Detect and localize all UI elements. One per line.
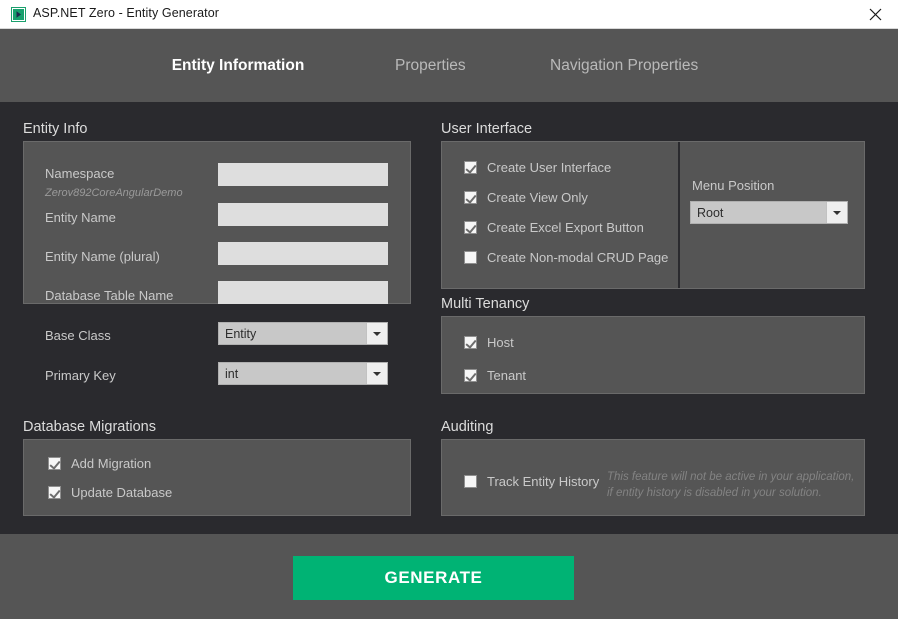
footer-bar: GENERATE <box>0 534 898 619</box>
entity-info-group: Namespace Zerov892CoreAngularDemo Entity… <box>23 141 411 385</box>
primary-key-select[interactable]: int <box>218 362 388 385</box>
checkbox-host[interactable]: Host <box>464 335 514 350</box>
tab-navigation-properties-label: Navigation Properties <box>550 56 699 74</box>
primary-key-value: int <box>225 366 239 381</box>
checkbox-create-non-modal-crud-page[interactable]: Create Non-modal CRUD Page <box>464 250 668 265</box>
checkbox-icon <box>464 251 477 264</box>
checkbox-create-view-only-label: Create View Only <box>487 190 588 205</box>
menu-position-select[interactable]: Root <box>690 201 848 224</box>
checkbox-icon <box>464 221 477 234</box>
entity-info-title: Entity Info <box>23 121 88 137</box>
checkbox-create-excel-export-button-label: Create Excel Export Button <box>487 220 644 235</box>
checkbox-add-migration-label: Add Migration <box>71 456 152 471</box>
auditing-hint: This feature will not be active in your … <box>607 471 855 499</box>
multi-tenancy-group: Host Tenant <box>441 316 865 394</box>
tab-properties-label: Properties <box>395 56 466 74</box>
checkbox-host-label: Host <box>487 335 514 350</box>
checkbox-tenant-label: Tenant <box>487 368 527 383</box>
checkbox-add-migration[interactable]: Add Migration <box>48 456 151 471</box>
database-table-name-input[interactable] <box>218 281 388 304</box>
user-interface-title: User Interface <box>441 121 533 137</box>
tab-entity-information-label: Entity Information <box>171 56 305 74</box>
database-migrations-group: Add Migration Update Database <box>23 439 411 516</box>
entity-name-input[interactable] <box>218 203 388 226</box>
tab-entity-information[interactable]: Entity Information <box>96 29 380 102</box>
close-button[interactable] <box>853 0 898 29</box>
menu-position-label: Menu Position <box>692 178 775 193</box>
checkbox-create-user-interface[interactable]: Create User Interface <box>464 160 611 175</box>
entity-generator-window: ASP.NET Zero - Entity Generator Entity I… <box>0 0 898 619</box>
database-table-name-label: Database Table Name <box>45 288 174 303</box>
namespace-input[interactable] <box>218 163 388 186</box>
namespace-label: Namespace <box>45 166 115 181</box>
checkbox-create-excel-export-button[interactable]: Create Excel Export Button <box>464 220 644 235</box>
primary-key-label: Primary Key <box>45 368 116 383</box>
close-icon <box>869 8 882 21</box>
checkbox-track-entity-history-label: Track Entity History <box>487 474 600 489</box>
checkbox-icon <box>464 161 477 174</box>
checkbox-update-database-label: Update Database <box>71 485 173 500</box>
tab-strip: Entity Information Properties Navigation… <box>0 29 898 130</box>
panel-divider <box>678 142 680 288</box>
checkbox-track-entity-history[interactable]: Track Entity History <box>464 474 599 489</box>
tab-properties[interactable]: Properties <box>380 29 495 102</box>
multi-tenancy-title: Multi Tenancy <box>441 296 530 312</box>
checkbox-icon <box>464 475 477 488</box>
menu-position-value: Root <box>697 205 724 220</box>
content-area: Entity Info Namespace Zerov892CoreAngula… <box>0 102 898 534</box>
chevron-down-icon <box>366 323 387 344</box>
auditing-title: Auditing <box>441 419 494 435</box>
checkbox-create-view-only[interactable]: Create View Only <box>464 190 588 205</box>
aspnet-zero-icon <box>11 7 26 22</box>
checkbox-icon <box>464 369 477 382</box>
checkbox-icon <box>464 336 477 349</box>
base-class-select[interactable]: Entity <box>218 322 388 345</box>
entity-name-plural-input[interactable] <box>218 242 388 265</box>
checkbox-create-user-interface-label: Create User Interface <box>487 160 612 175</box>
auditing-group: Track Entity History This feature will n… <box>441 439 865 516</box>
tab-navigation-properties[interactable]: Navigation Properties <box>530 29 750 102</box>
base-class-label: Base Class <box>45 328 111 343</box>
checkbox-icon <box>48 486 61 499</box>
database-migrations-title: Database Migrations <box>23 419 156 435</box>
entity-name-label: Entity Name <box>45 210 116 225</box>
title-bar: ASP.NET Zero - Entity Generator <box>0 0 898 29</box>
user-interface-group: Create User Interface Create View Only C… <box>441 141 865 289</box>
generate-button[interactable]: GENERATE <box>293 556 574 600</box>
chevron-down-icon <box>366 363 387 384</box>
window-title: ASP.NET Zero - Entity Generator <box>33 6 220 20</box>
checkbox-icon <box>464 191 477 204</box>
base-class-value: Entity <box>225 326 257 341</box>
namespace-sub-label: Zerov892CoreAngularDemo <box>45 187 183 199</box>
checkbox-icon <box>48 457 61 470</box>
chevron-down-icon <box>826 202 847 223</box>
checkbox-create-non-modal-crud-page-label: Create Non-modal CRUD Page <box>487 250 669 265</box>
entity-name-plural-label: Entity Name (plural) <box>45 249 160 264</box>
checkbox-update-database[interactable]: Update Database <box>48 485 172 500</box>
checkbox-tenant[interactable]: Tenant <box>464 368 526 383</box>
